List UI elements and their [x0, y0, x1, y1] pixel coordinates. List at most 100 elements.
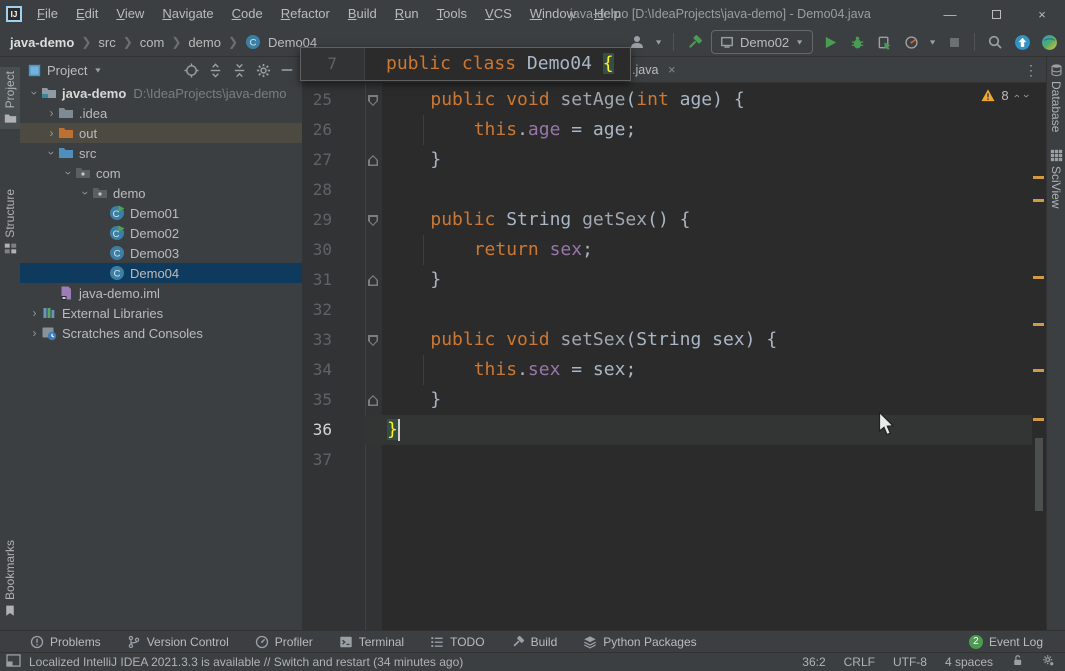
tool-stripe-database[interactable]: Database: [1047, 63, 1065, 132]
code-line-33[interactable]: 33 public void setSex(String sex) {: [302, 325, 1032, 355]
fold-end-icon[interactable]: [368, 275, 378, 286]
maximize-button[interactable]: [973, 0, 1019, 28]
code-line-34[interactable]: 34 this.sex = sex;: [302, 355, 1032, 385]
tool-stripe-project[interactable]: Project: [0, 67, 20, 130]
lock-icon[interactable]: [1011, 654, 1024, 670]
warning-stripe-mark[interactable]: [1033, 176, 1044, 179]
warning-stripe-mark[interactable]: [1033, 323, 1044, 326]
tree-item-external-libraries[interactable]: › External Libraries: [20, 303, 302, 323]
code-line-29[interactable]: 29 public String getSex() {: [302, 205, 1032, 235]
user-dropdown-icon[interactable]: ▼: [654, 38, 663, 46]
fold-end-icon[interactable]: [368, 395, 378, 406]
minimize-button[interactable]: —: [927, 0, 973, 28]
menu-item-tools[interactable]: Tools: [428, 0, 476, 28]
warning-stripe-mark[interactable]: [1033, 276, 1044, 279]
tool-stripe-event-log[interactable]: 2 Event Log: [968, 634, 1043, 649]
line-number-28[interactable]: 28: [302, 175, 332, 205]
tool-stripe-sciview[interactable]: SciView: [1047, 149, 1065, 208]
next-warning-icon[interactable]: ›: [1020, 94, 1032, 98]
line-number-33[interactable]: 33: [302, 325, 332, 355]
tree-item-demo03[interactable]: C Demo03: [20, 243, 302, 263]
caret-position[interactable]: 36:2: [802, 655, 825, 669]
code-line-28[interactable]: 28: [302, 175, 1032, 205]
tree-chevron-icon[interactable]: ›: [62, 167, 76, 180]
search-everywhere-icon[interactable]: [985, 32, 1005, 52]
tab-close-icon[interactable]: ×: [668, 57, 676, 83]
menu-item-view[interactable]: View: [107, 0, 153, 28]
tree-chevron-icon[interactable]: ›: [28, 306, 41, 320]
run-button[interactable]: [820, 32, 840, 52]
line-number-26[interactable]: 26: [302, 115, 332, 145]
code-line-37[interactable]: 37: [302, 445, 1032, 475]
ide-update-icon[interactable]: [1012, 32, 1032, 52]
breadcrumb-item-java-demo[interactable]: java-demo: [10, 35, 74, 50]
menu-item-build[interactable]: Build: [339, 0, 386, 28]
breadcrumb-item-demo[interactable]: demo: [188, 35, 221, 50]
menu-item-run[interactable]: Run: [386, 0, 428, 28]
menu-item-file[interactable]: File: [28, 0, 67, 28]
tool-stripe-todo[interactable]: TODO: [430, 635, 485, 649]
code-line-30[interactable]: 30 return sex;: [302, 235, 1032, 265]
tool-stripe-structure[interactable]: Structure: [0, 189, 20, 255]
line-number-36[interactable]: 36: [302, 415, 332, 445]
profiler-button[interactable]: [901, 32, 921, 52]
menu-item-refactor[interactable]: Refactor: [272, 0, 339, 28]
tool-stripe-build[interactable]: Build: [511, 635, 557, 649]
warning-stripe-mark[interactable]: [1033, 369, 1044, 372]
tool-stripe-version-control[interactable]: Version Control: [127, 635, 229, 649]
error-stripe[interactable]: [1032, 83, 1046, 630]
run-configuration-select[interactable]: Demo02 ▼: [711, 30, 814, 54]
close-button[interactable]: ×: [1019, 0, 1065, 28]
tree-item-demo04[interactable]: C Demo04: [20, 263, 302, 283]
toolwindow-toggle-icon[interactable]: [6, 654, 21, 670]
code-line-31[interactable]: 31 }: [302, 265, 1032, 295]
line-number-30[interactable]: 30: [302, 235, 332, 265]
code-area[interactable]: 25 public void setAge(int age) {26 this.…: [302, 83, 1032, 630]
breadcrumb-item-src[interactable]: src: [98, 35, 115, 50]
line-number-37[interactable]: 37: [302, 445, 332, 475]
code-style-gear-icon[interactable]: [1042, 654, 1055, 670]
fold-start-icon[interactable]: [368, 335, 378, 346]
line-number-32[interactable]: 32: [302, 295, 332, 325]
build-hammer-icon[interactable]: [684, 32, 704, 52]
tree-item-out[interactable]: › out: [20, 123, 302, 143]
tool-stripe-python-packages[interactable]: Python Packages: [583, 635, 697, 649]
menu-item-edit[interactable]: Edit: [67, 0, 107, 28]
line-number-34[interactable]: 34: [302, 355, 332, 385]
menu-item-navigate[interactable]: Navigate: [153, 0, 222, 28]
toolbox-sphere-icon[interactable]: [1039, 32, 1059, 52]
tool-stripe-profiler[interactable]: Profiler: [255, 635, 313, 649]
menu-item-code[interactable]: Code: [223, 0, 272, 28]
code-line-25[interactable]: 25 public void setAge(int age) {: [302, 85, 1032, 115]
fold-start-icon[interactable]: [368, 215, 378, 226]
tree-item-java-demo[interactable]: › java-demo D:\IdeaProjects\java-demo: [20, 83, 302, 103]
tree-item-demo[interactable]: › demo: [20, 183, 302, 203]
warning-stripe-mark[interactable]: [1033, 199, 1044, 202]
tree-item-java-demo-iml[interactable]: java-demo.iml: [20, 283, 302, 303]
tree-item-scratches-and-consoles[interactable]: › Scratches and Consoles: [20, 323, 302, 343]
tab-demo04-java[interactable]: .java: [632, 57, 658, 83]
indent-indicator[interactable]: 4 spaces: [945, 655, 993, 669]
tree-chevron-icon[interactable]: ›: [45, 106, 58, 120]
code-line-35[interactable]: 35 }: [302, 385, 1032, 415]
menu-item-vcs[interactable]: VCS: [476, 0, 521, 28]
encoding-indicator[interactable]: UTF-8: [893, 655, 927, 669]
tool-stripe-terminal[interactable]: Terminal: [339, 635, 404, 649]
code-line-32[interactable]: 32: [302, 295, 1032, 325]
warning-stripe-mark[interactable]: [1033, 418, 1044, 421]
tree-chevron-icon[interactable]: ›: [79, 187, 93, 200]
breadcrumb-item-com[interactable]: com: [140, 35, 165, 50]
line-number-25[interactable]: 25: [302, 85, 332, 115]
line-number-29[interactable]: 29: [302, 205, 332, 235]
line-number-27[interactable]: 27: [302, 145, 332, 175]
debug-button[interactable]: [847, 32, 867, 52]
tree-item--idea[interactable]: › .idea: [20, 103, 302, 123]
tree-chevron-icon[interactable]: ›: [28, 87, 42, 100]
line-number-31[interactable]: 31: [302, 265, 332, 295]
tool-stripe-bookmarks[interactable]: Bookmarks: [0, 540, 20, 617]
code-line-26[interactable]: 26 this.age = age;: [302, 115, 1032, 145]
profiler-dropdown-icon[interactable]: ▼: [928, 38, 937, 46]
sticky-line-popup[interactable]: 7 public class Demo04 {: [300, 47, 631, 81]
tree-item-demo01[interactable]: C Demo01: [20, 203, 302, 223]
project-view-dropdown-icon[interactable]: ▼: [93, 66, 102, 74]
